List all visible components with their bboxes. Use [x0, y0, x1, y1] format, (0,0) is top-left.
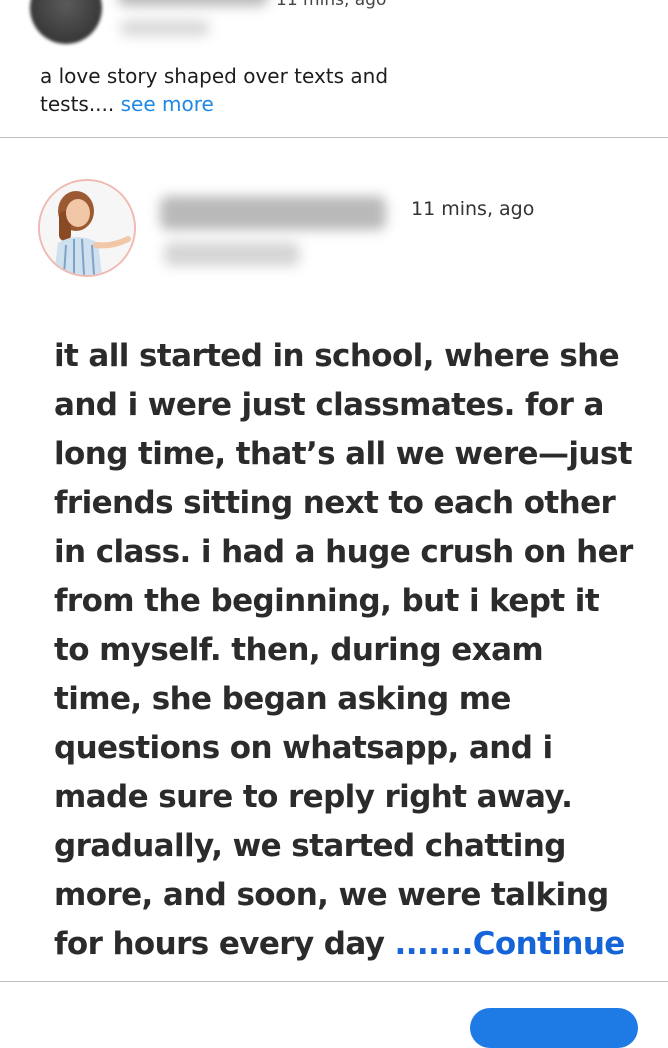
- post-card-top: 11 mins, ago a love story shaped over te…: [0, 0, 668, 137]
- post-card-main: 11 mins, ago it all started in school, w…: [0, 138, 668, 981]
- action-button[interactable]: [470, 1008, 638, 1048]
- snippet-text: a love story shaped over texts and tests…: [40, 64, 389, 116]
- post-time: 11 mins, ago: [411, 198, 535, 220]
- see-more-link[interactable]: see more: [121, 92, 214, 116]
- story-text: it all started in school, where she and …: [54, 338, 633, 962]
- story-text-block: it all started in school, where she and …: [54, 332, 634, 969]
- continue-link[interactable]: .......Continue: [395, 926, 626, 962]
- avatar[interactable]: [30, 0, 102, 44]
- blurred-username: [160, 196, 386, 230]
- avatar[interactable]: [38, 179, 136, 277]
- divider: [0, 981, 668, 982]
- post-snippet: a love story shaped over texts and tests…: [40, 62, 460, 118]
- blurred-handle: [164, 242, 300, 266]
- avatar-image: [40, 181, 134, 275]
- blurred-handle: [120, 20, 210, 36]
- blurred-username: [118, 0, 268, 6]
- post-time: 11 mins, ago: [276, 0, 387, 10]
